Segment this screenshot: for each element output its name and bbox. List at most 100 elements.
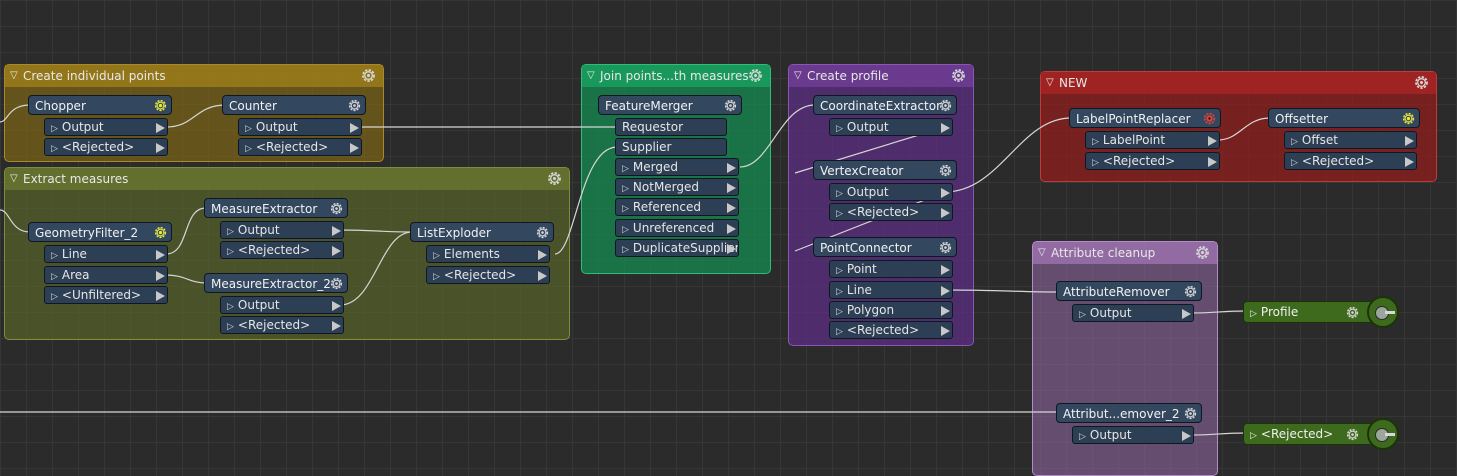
output-arrow-icon xyxy=(538,271,547,281)
gear-icon[interactable] xyxy=(938,240,953,255)
transformer-counter[interactable]: Counter xyxy=(222,95,366,115)
transformer-list-exploder[interactable]: ListExploder xyxy=(410,222,554,242)
port-unfiltered[interactable]: ▷ <Unfiltered> xyxy=(44,286,168,304)
gear-icon[interactable] xyxy=(938,163,953,178)
port-rejected[interactable]: ▷ <Rejected> xyxy=(829,321,953,339)
transformer-attribute-remover-2[interactable]: Attribut...emover_2 xyxy=(1056,403,1202,423)
expand-triangle-icon: ▷ xyxy=(1250,309,1257,319)
transformer-measure-extractor[interactable]: MeasureExtractor xyxy=(204,198,348,218)
output-arrow-icon xyxy=(1182,431,1191,441)
gear-icon[interactable] xyxy=(1401,111,1416,126)
port-line[interactable]: ▷ Line xyxy=(829,281,953,299)
output-arrow-icon xyxy=(727,163,736,173)
port-output[interactable]: ▷ Output xyxy=(220,296,344,314)
port-output[interactable]: ▷ Output xyxy=(238,118,362,136)
collapse-triangle-icon[interactable]: ▽ xyxy=(10,65,18,87)
output-arrow-icon xyxy=(941,123,950,133)
gear-icon[interactable] xyxy=(747,67,764,84)
gear-icon[interactable] xyxy=(1202,111,1217,126)
collapse-triangle-icon[interactable]: ▽ xyxy=(1046,72,1054,94)
port-unreferenced[interactable]: ▷ Unreferenced xyxy=(615,219,739,237)
collapse-triangle-icon[interactable]: ▽ xyxy=(794,65,802,87)
transformer-attribute-remover[interactable]: AttributeRemover xyxy=(1056,281,1202,301)
port-line[interactable]: ▷ Line xyxy=(44,245,168,263)
gear-icon[interactable] xyxy=(546,170,563,187)
port-rejected[interactable]: ▷ <Rejected> xyxy=(426,266,550,284)
collapse-triangle-icon[interactable]: ▽ xyxy=(10,168,18,190)
port-elements[interactable]: ▷ Elements xyxy=(426,245,550,263)
gear-icon[interactable] xyxy=(347,98,362,113)
port-rejected[interactable]: ▷ <Rejected> xyxy=(1085,152,1220,170)
port-rejected[interactable]: ▷ <Rejected> xyxy=(1284,152,1417,170)
transformer-name: Counter xyxy=(229,99,277,113)
gear-icon[interactable] xyxy=(723,98,738,113)
transformer-label-point-replacer[interactable]: LabelPointReplacer xyxy=(1069,108,1221,128)
port-referenced[interactable]: ▷ Referenced xyxy=(615,198,739,216)
gear-icon[interactable] xyxy=(950,67,967,84)
gear-icon[interactable] xyxy=(1345,305,1360,320)
transformer-vertex-creator[interactable]: VertexCreator xyxy=(813,160,957,180)
writer-output-icon[interactable] xyxy=(1367,418,1399,450)
port-not-merged[interactable]: ▷ NotMerged xyxy=(615,178,739,196)
output-arrow-icon xyxy=(941,188,950,198)
gear-icon[interactable] xyxy=(535,225,550,240)
port-output[interactable]: ▷ Output xyxy=(1072,304,1194,322)
port-offset[interactable]: ▷ Offset xyxy=(1284,131,1417,149)
port-rejected[interactable]: ▷ <Rejected> xyxy=(829,203,953,221)
transformer-chopper[interactable]: Chopper xyxy=(28,95,172,115)
port-output[interactable]: ▷ Output xyxy=(829,183,953,201)
port-output[interactable]: ▷ Output xyxy=(220,221,344,239)
expand-triangle-icon: ▷ xyxy=(1079,310,1086,320)
port-rejected[interactable]: ▷ <Rejected> xyxy=(220,241,344,259)
port-polygon[interactable]: ▷ Polygon xyxy=(829,301,953,319)
port-rejected[interactable]: ▷ <Rejected> xyxy=(44,138,168,156)
transformer-feature-merger[interactable]: FeatureMerger xyxy=(598,95,742,115)
bookmark-title: Extract measures xyxy=(23,172,129,186)
gear-icon[interactable] xyxy=(1194,244,1211,261)
output-arrow-icon xyxy=(156,271,165,281)
expand-triangle-icon: ▷ xyxy=(51,251,58,261)
gear-icon[interactable] xyxy=(1345,427,1360,442)
transformer-geometry-filter[interactable]: GeometryFilter_2 xyxy=(28,222,172,242)
port-label: NotMerged xyxy=(632,180,700,194)
port-output[interactable]: ▷ Output xyxy=(829,118,953,136)
port-requestor[interactable]: Requestor xyxy=(615,118,727,136)
gear-icon[interactable] xyxy=(360,67,377,84)
port-area[interactable]: ▷ Area xyxy=(44,266,168,284)
port-duplicate-supplier[interactable]: ▷ DuplicateSupplier xyxy=(615,239,739,257)
port-supplier[interactable]: Supplier xyxy=(615,138,727,156)
expand-triangle-icon: ▷ xyxy=(836,189,843,199)
collapse-triangle-icon[interactable]: ▽ xyxy=(1038,242,1046,264)
port-output[interactable]: ▷ Output xyxy=(44,118,168,136)
gear-icon[interactable] xyxy=(1183,406,1198,421)
gear-icon[interactable] xyxy=(1413,74,1430,91)
port-label-point[interactable]: ▷ LabelPoint xyxy=(1085,131,1220,149)
output-arrow-icon xyxy=(941,306,950,316)
writer-output-icon[interactable] xyxy=(1367,296,1399,328)
port-label: Requestor xyxy=(622,120,684,134)
port-merged[interactable]: ▷ Merged xyxy=(615,158,739,176)
port-label: Output xyxy=(255,120,298,134)
gear-icon[interactable] xyxy=(938,98,953,113)
port-label: <Rejected> xyxy=(846,205,920,219)
expand-triangle-icon: ▷ xyxy=(1291,137,1298,147)
port-rejected[interactable]: ▷ <Rejected> xyxy=(220,316,344,334)
transformer-measure-extractor-2[interactable]: MeasureExtractor_2 xyxy=(204,273,348,293)
gear-icon[interactable] xyxy=(153,98,168,113)
transformer-offsetter[interactable]: Offsetter xyxy=(1268,108,1420,128)
transformer-name: Attribut...emover_2 xyxy=(1063,407,1180,421)
output-arrow-icon xyxy=(1208,136,1217,146)
gear-icon[interactable] xyxy=(329,276,344,291)
port-point[interactable]: ▷ Point xyxy=(829,260,953,278)
gear-icon[interactable] xyxy=(1183,284,1198,299)
port-label: <Rejected> xyxy=(237,243,311,257)
gear-icon[interactable] xyxy=(329,201,344,216)
port-rejected[interactable]: ▷ <Rejected> xyxy=(238,138,362,156)
transformer-coordinate-extractor[interactable]: CoordinateExtractor xyxy=(813,95,957,115)
port-label: Output xyxy=(237,298,280,312)
transformer-point-connector[interactable]: PointConnector xyxy=(813,237,957,257)
port-output[interactable]: ▷ Output xyxy=(1072,426,1194,444)
gear-icon[interactable] xyxy=(153,225,168,240)
transformer-name: CoordinateExtractor xyxy=(820,99,942,113)
collapse-triangle-icon[interactable]: ▽ xyxy=(587,65,595,87)
